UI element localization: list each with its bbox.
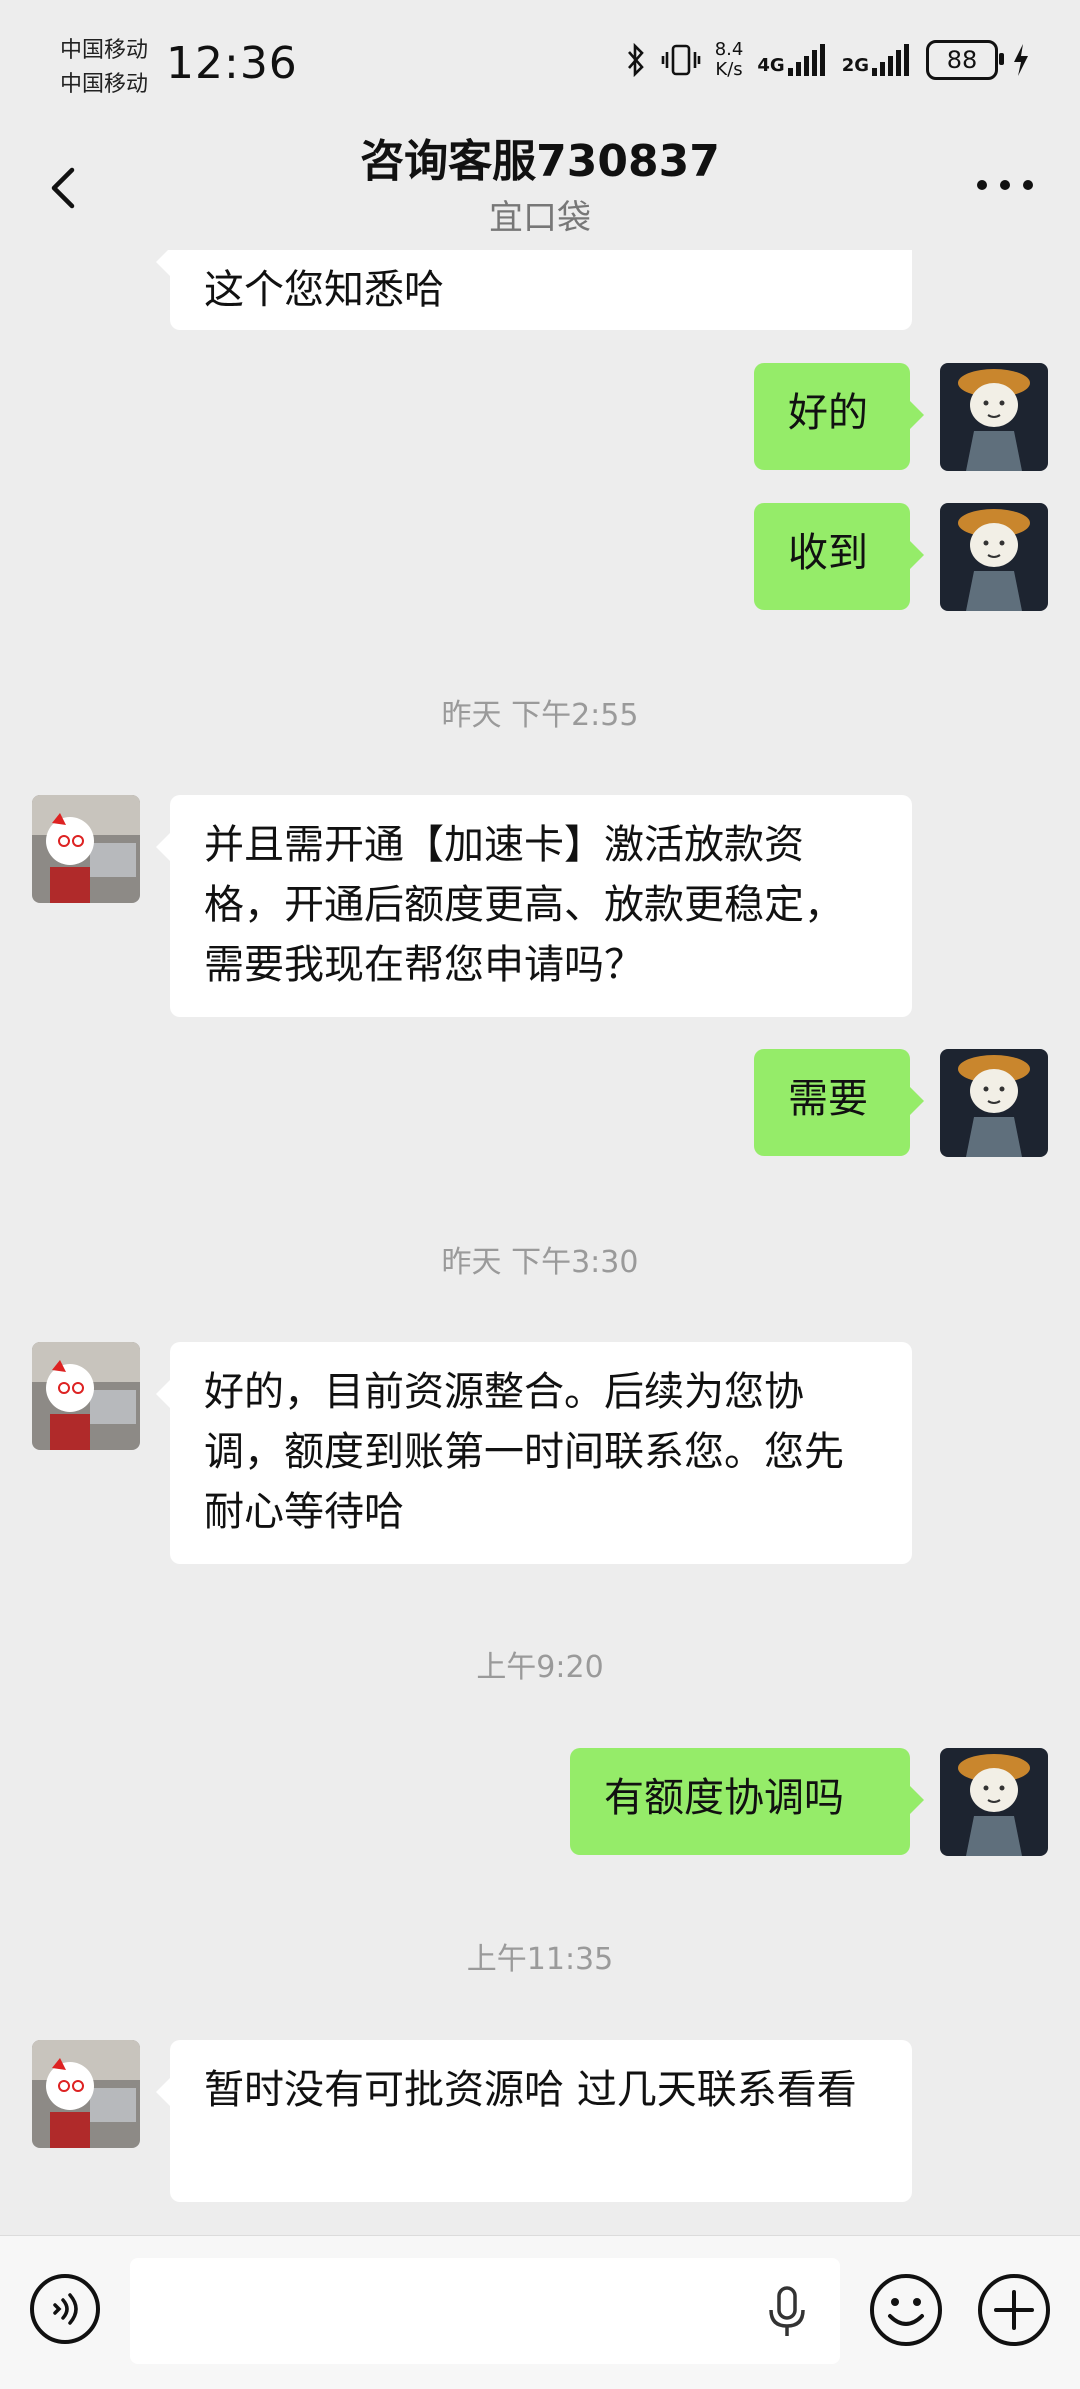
voice-toggle-button[interactable]: [28, 2272, 102, 2346]
more-functions-button[interactable]: [976, 2272, 1052, 2348]
message-bubble-sent[interactable]: 好的: [754, 363, 924, 470]
avatar-image: [32, 1342, 140, 1450]
more-options-button[interactable]: [970, 170, 1040, 200]
my-avatar[interactable]: [940, 363, 1048, 471]
avatar-image: [940, 503, 1048, 611]
charging-icon: [1014, 44, 1028, 76]
contact-avatar[interactable]: [32, 795, 140, 903]
message-timestamp: 上午9:20: [476, 1650, 604, 1685]
avatar-image: [940, 1049, 1048, 1157]
message-bubble-received[interactable]: 好的，目前资源整合。后续为您协调，额度到账第一时间联系您。您先耐心等待哈: [156, 1342, 912, 1564]
battery-indicator: 88: [926, 40, 1004, 80]
message-bubble-sent[interactable]: 需要: [754, 1049, 924, 1156]
chat-messages[interactable]: 这个您知悉哈 好的 收到 昨天 下午2:55 并且需开通【加速卡】激活放款资格，…: [0, 250, 1080, 2235]
chat-header: 咨询客服730837 宜口袋: [0, 130, 1080, 250]
avatar-image: [32, 2040, 140, 2148]
net-speed: 8.4 K/s: [714, 39, 744, 80]
contact-avatar[interactable]: [32, 1342, 140, 1450]
vibrate-icon: [661, 44, 701, 76]
carrier-1: 中国移动: [60, 38, 149, 63]
status-icons: 8.4 K/s 4G 2G 88: [625, 40, 1030, 80]
avatar-image: [32, 795, 140, 903]
message-timestamp: 昨天 下午3:30: [441, 1245, 639, 1280]
message-bubble-received[interactable]: 暂时没有可批资源哈 过几天联系看看: [156, 2040, 912, 2202]
message-bubble-received[interactable]: 这个您知悉哈: [156, 250, 912, 330]
contact-avatar[interactable]: [32, 2040, 140, 2148]
message-input[interactable]: [130, 2258, 840, 2364]
my-avatar[interactable]: [940, 1049, 1048, 1157]
emoji-button[interactable]: [868, 2272, 944, 2348]
message-bubble-sent[interactable]: 收到: [754, 503, 924, 610]
status-bar: 中国移动 中国移动 12:36 8.4 K/s 4G 2G 88: [0, 0, 1080, 130]
signal-2: 2G: [842, 44, 912, 76]
message-bubble-sent[interactable]: 有额度协调吗: [570, 1748, 924, 1855]
chat-title: 咨询客服730837: [360, 136, 720, 187]
message-bubble-received[interactable]: 并且需开通【加速卡】激活放款资格，开通后额度更高、放款更稳定，需要我现在帮您申请…: [156, 795, 912, 1017]
avatar-image: [940, 363, 1048, 471]
message-timestamp: 上午11:35: [466, 1942, 614, 1977]
my-avatar[interactable]: [940, 1748, 1048, 1856]
my-avatar[interactable]: [940, 503, 1048, 611]
message-timestamp: 昨天 下午2:55: [441, 698, 639, 733]
chat-subtitle: 宜口袋: [489, 198, 591, 238]
signal-1: 4G: [757, 44, 827, 76]
input-bar: [0, 2235, 1080, 2389]
microphone-icon[interactable]: [762, 2284, 812, 2340]
carrier-labels: 中国移动 中国移动: [60, 34, 148, 102]
avatar-image: [940, 1748, 1048, 1856]
signal-bars-icon: [787, 44, 825, 76]
status-time: 12:36: [166, 38, 298, 89]
carrier-2: 中国移动: [60, 72, 149, 97]
bluetooth-icon: [627, 43, 644, 77]
signal-bars-icon: [872, 44, 909, 76]
